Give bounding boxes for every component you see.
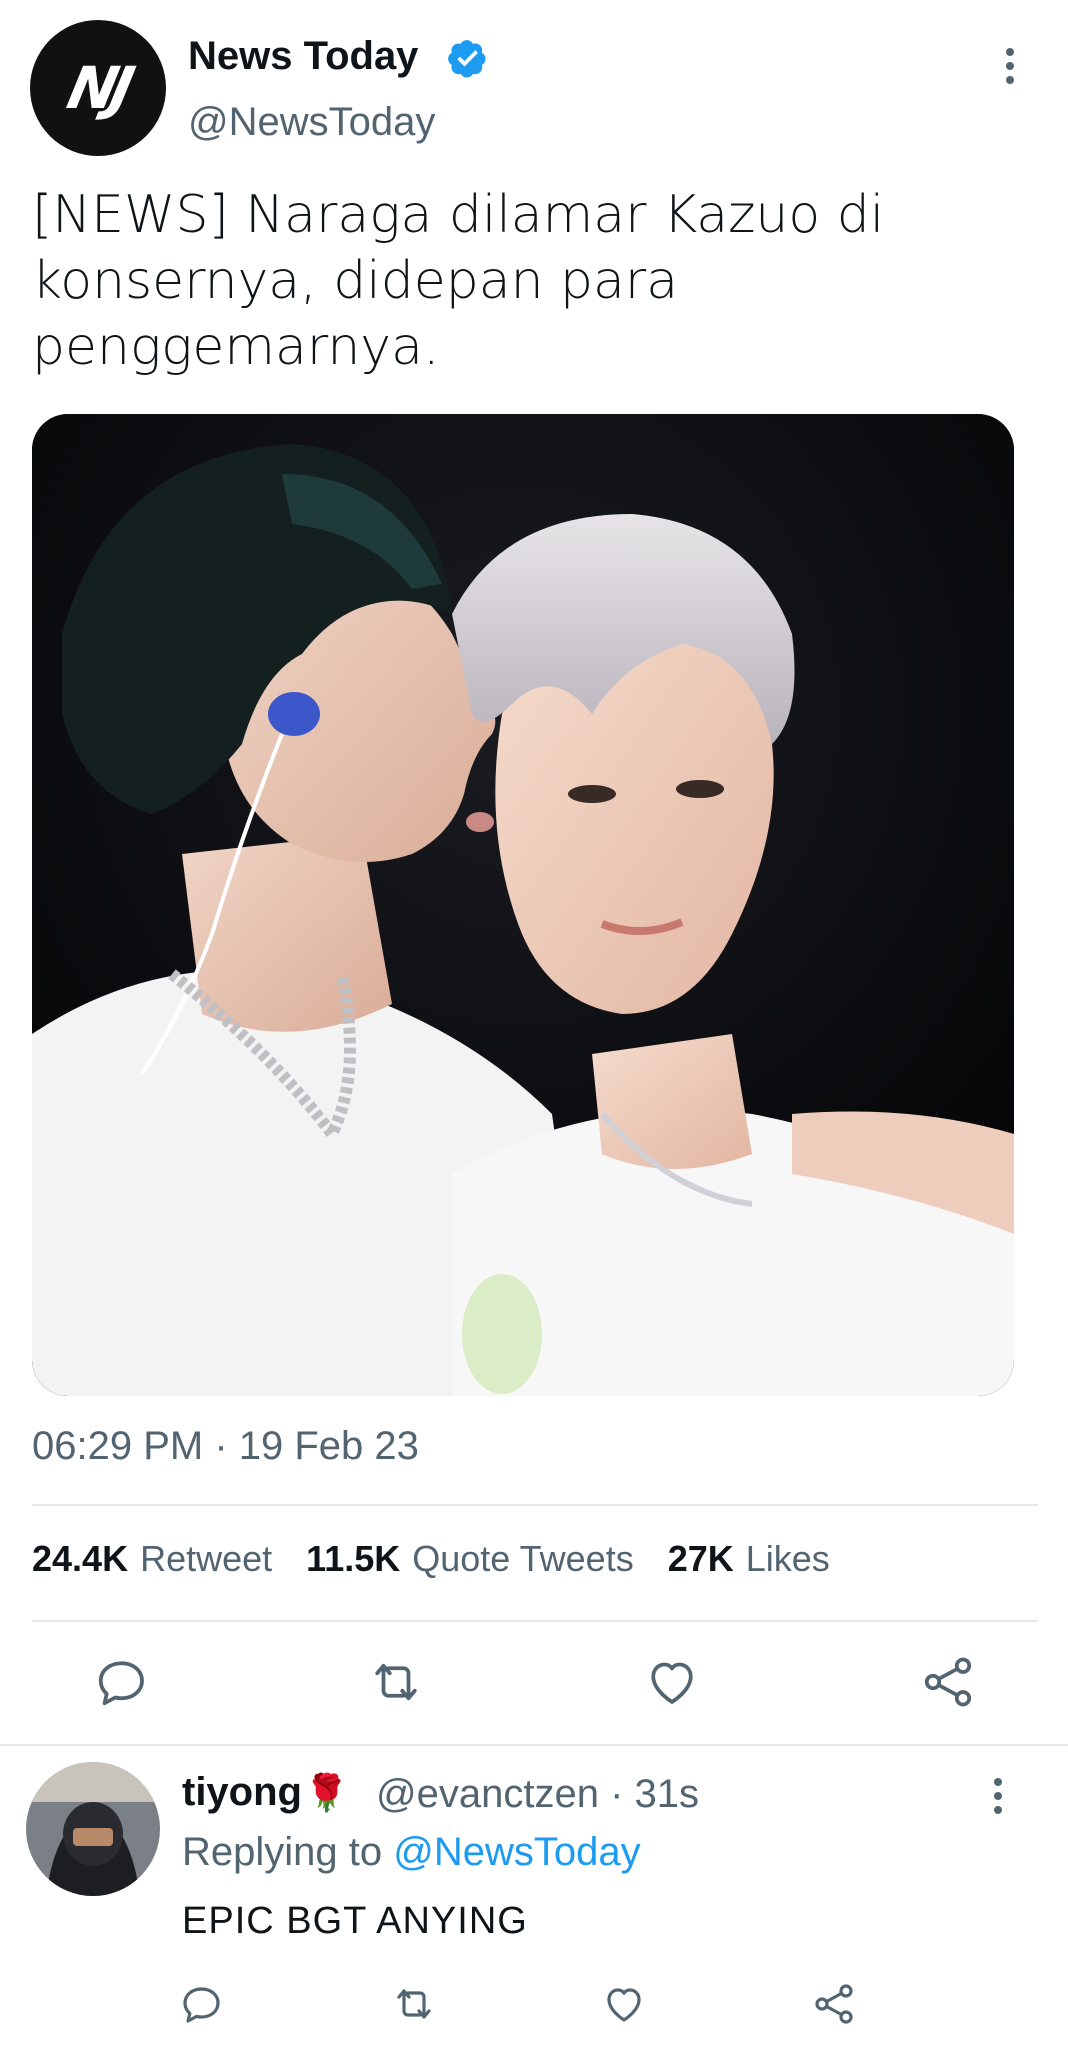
replying-prefix: Replying to xyxy=(182,1830,383,1874)
avatar-logo-text: NJ xyxy=(61,54,135,122)
like-icon[interactable] xyxy=(642,1652,702,1712)
retweets-label: Retweet xyxy=(140,1538,273,1579)
replying-to-handle-link[interactable]: @NewsToday xyxy=(393,1830,640,1874)
author-display-name[interactable]: News Today xyxy=(188,34,418,79)
divider xyxy=(32,1620,1038,1622)
section-divider xyxy=(0,1744,1068,1746)
reply-share-icon[interactable] xyxy=(810,1980,858,2028)
tweet-media-photo[interactable] xyxy=(32,414,1014,1396)
retweets-count: 24.4K xyxy=(32,1538,129,1579)
tweet-timestamp[interactable]: 06:29 PM · 19 Feb 23 xyxy=(32,1424,419,1469)
quote-tweets-label: Quote Tweets xyxy=(412,1538,634,1579)
reply-handle-time[interactable]: @evanctzen · 31s xyxy=(376,1772,699,1817)
rose-emoji-icon: 🌹 xyxy=(303,1771,349,1813)
avatar-photo xyxy=(26,1762,160,1896)
reply-display-name: tiyong xyxy=(182,1770,302,1814)
reply-author-avatar[interactable] xyxy=(26,1762,160,1896)
reply-more-options-icon[interactable] xyxy=(994,1778,1002,1814)
likes-label: Likes xyxy=(745,1538,830,1579)
retweet-icon[interactable] xyxy=(366,1652,426,1712)
likes-count: 27K xyxy=(667,1538,734,1579)
quote-tweets-stat[interactable]: 11.5K Quote Tweets xyxy=(306,1538,634,1580)
reply-text: EPIC BGT ANYING xyxy=(182,1900,528,1942)
reply-author-name[interactable]: tiyong 🌹 xyxy=(182,1770,349,1815)
reply-icon[interactable] xyxy=(92,1652,152,1712)
likes-stat[interactable]: 27K Likes xyxy=(668,1538,830,1580)
tweet-stats: 24.4K Retweet 11.5K Quote Tweets 27K Likes xyxy=(32,1538,830,1580)
share-icon[interactable] xyxy=(918,1652,978,1712)
author-handle[interactable]: @NewsToday xyxy=(188,100,435,145)
reply-retweet-icon[interactable] xyxy=(390,1980,438,2028)
verified-badge-icon xyxy=(448,40,486,78)
replying-to: Replying to @NewsToday xyxy=(182,1830,641,1875)
divider xyxy=(32,1504,1038,1506)
reply-like-icon[interactable] xyxy=(600,1980,648,2028)
reply-reply-icon[interactable] xyxy=(178,1980,226,2028)
tweet-text: [NEWS] Naraga dilamar Kazuo di konsernya… xyxy=(32,185,885,377)
news-today-avatar[interactable]: NJ xyxy=(30,20,166,156)
concert-photo-illustration xyxy=(32,414,1014,1396)
more-options-icon[interactable] xyxy=(1006,48,1014,84)
retweets-stat[interactable]: 24.4K Retweet xyxy=(32,1538,272,1580)
quote-tweets-count: 11.5K xyxy=(306,1538,401,1579)
